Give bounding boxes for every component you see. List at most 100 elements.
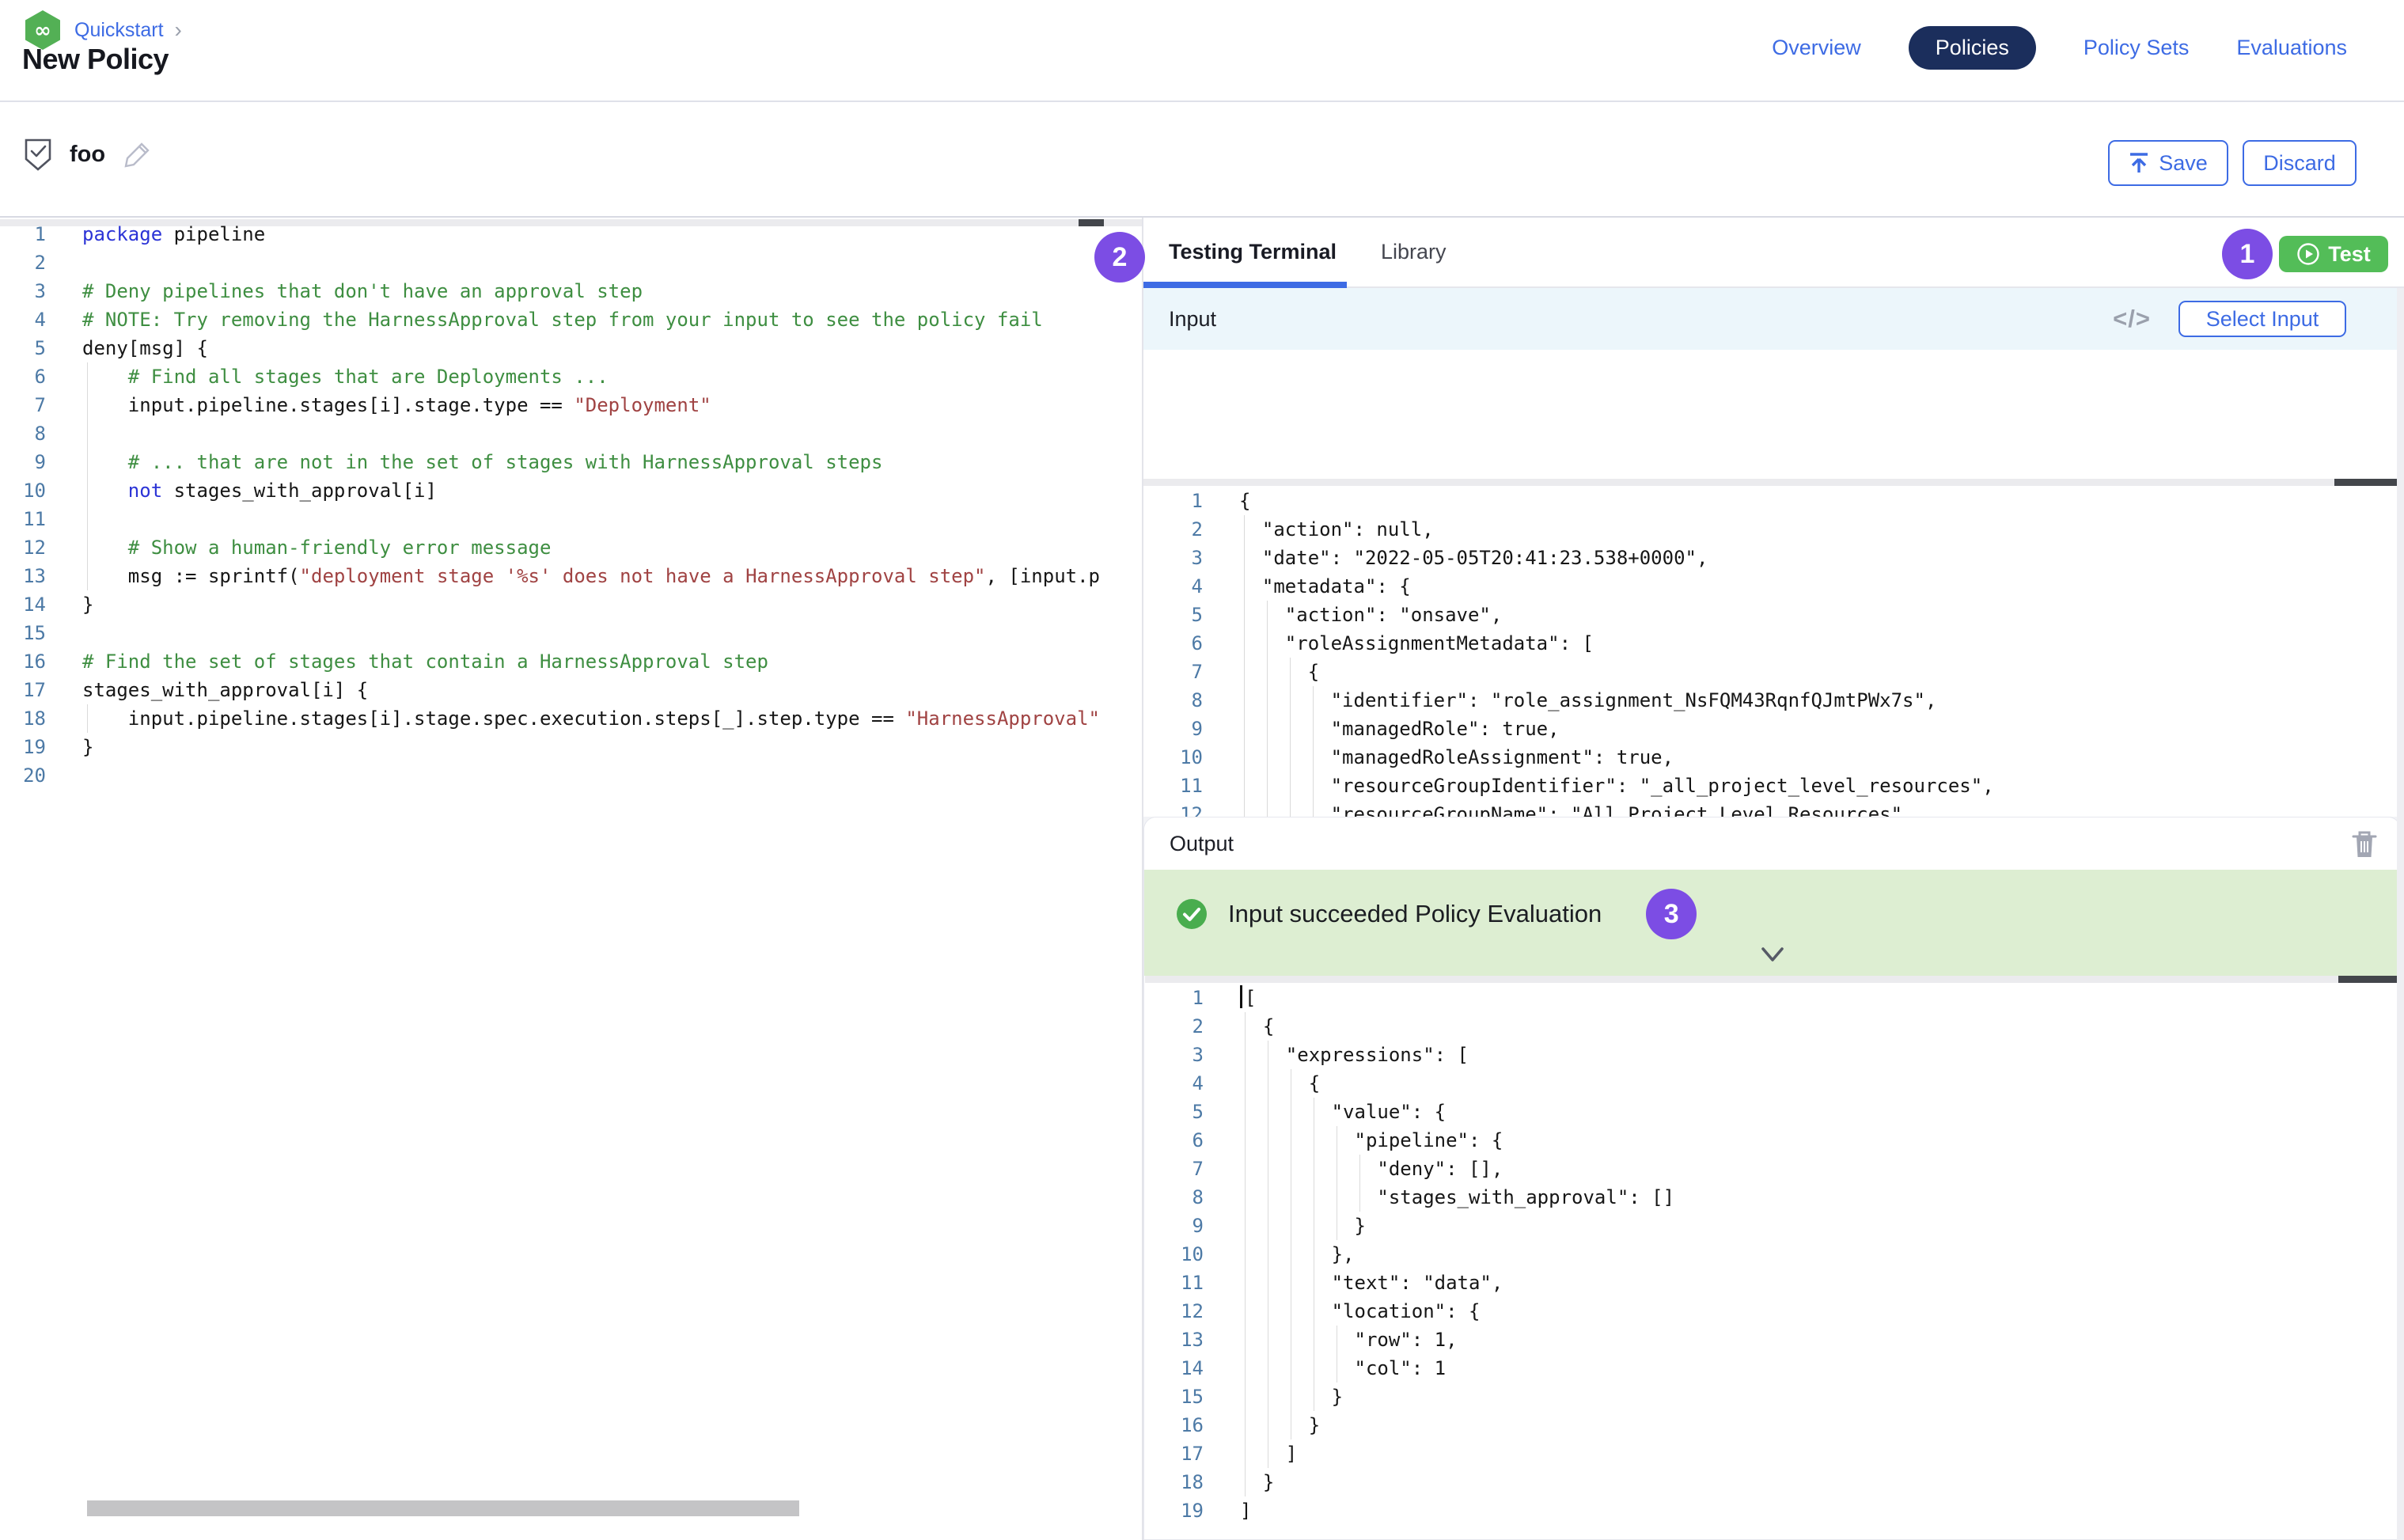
line-number: 5 [0,334,46,362]
top-header: ∞ Quickstart › New Policy Overview Polic… [0,0,2404,102]
output-section-title: Output [1170,832,1234,856]
output-card: Output Input succeeded Policy Ev [1143,817,2401,1540]
nav-tab-policy-sets[interactable]: Policy Sets [2084,36,2190,60]
indent-guide [1313,715,1314,743]
indent-guide [1244,658,1245,686]
code-line: 6 "roleAssignmentMetadata": [ [1144,629,1994,658]
code-line: 11 "resourceGroupIdentifier": "_all_proj… [1144,772,1994,800]
line-number: 19 [1145,1496,1204,1525]
code-line: 19] [1145,1496,1674,1525]
code-line: 10 }, [1145,1240,1674,1269]
tab-testing-terminal[interactable]: Testing Terminal [1158,218,1348,286]
line-number: 6 [1144,629,1203,658]
code-line-content: "pipeline": { [1240,1126,1503,1155]
save-button[interactable]: Save [2108,140,2228,186]
indent-guide [1244,515,1245,544]
callout-badge-2: 2 [1094,232,1145,283]
indent-guide [87,391,88,419]
indent-guide [1244,715,1245,743]
code-line-content: { [1239,487,1250,515]
indent-guide [1290,715,1291,743]
code-line-content: # Show a human-friendly error message [82,533,551,562]
input-editor-scrollbar[interactable] [1143,479,2398,486]
code-brackets-icon[interactable]: </> [2113,305,2151,333]
indent-guide [1245,1411,1246,1439]
nav-tab-policies[interactable]: Policies [1909,26,2036,70]
output-editor-scrollbar-thumb[interactable] [2338,976,2398,983]
line-number: 18 [1145,1468,1204,1496]
indent-guide [1267,772,1268,800]
code-line: 8 "stages_with_approval": [] [1145,1183,1674,1212]
indent-guide [1267,715,1268,743]
nav-tab-evaluations[interactable]: Evaluations [2236,36,2347,60]
editor-horizontal-scrollbar-thumb[interactable] [87,1500,799,1516]
line-number: 11 [1145,1269,1204,1297]
line-number: 17 [0,676,46,704]
line-number: 5 [1144,601,1203,629]
code-line: 16 } [1145,1411,1674,1439]
code-line-content: }, [1240,1240,1355,1269]
line-number: 9 [1144,715,1203,743]
input-json-editor[interactable]: 1{2 "action": null,3 "date": "2022-05-05… [1143,350,2398,817]
indent-guide [1245,1326,1246,1354]
code-line: 9 # ... that are not in the set of stage… [0,448,1142,476]
line-number: 11 [1144,772,1203,800]
panel-tabbar: 2 Testing Terminal Library 1 Test [1143,218,2404,288]
indent-guide [1245,1212,1246,1240]
line-number: 9 [1145,1212,1204,1240]
line-number: 17 [1145,1439,1204,1468]
indent-guide [1244,601,1245,629]
edit-name-button[interactable] [123,139,153,169]
code-line-content: } [1240,1468,1274,1496]
breadcrumb-chevron-icon: › [175,17,182,43]
indent-guide [1359,1155,1360,1183]
line-number: 3 [0,277,46,305]
policy-code-editor[interactable]: 1package pipeline23# Deny pipelines that… [0,219,1142,1540]
line-number: 8 [0,419,46,448]
trash-icon [2351,829,2378,859]
line-number: 10 [1144,743,1203,772]
line-number: 1 [1144,487,1203,515]
code-line: 15 } [1145,1383,1674,1411]
line-number: 19 [0,733,46,761]
code-line-content: { [1240,1012,1274,1041]
code-line: 5 deny[msg] { [0,334,1142,362]
nav-tab-overview[interactable]: Overview [1772,36,1861,60]
line-number: 5 [1145,1098,1204,1126]
code-line-content: } [82,733,93,761]
active-tab-underline [1143,282,1347,288]
code-line-content: input.pipeline.stages[i].stage.spec.exec… [82,704,1100,733]
indent-guide [1313,772,1314,800]
code-line: 12 # Show a human-friendly error message [0,533,1142,562]
select-input-button[interactable]: Select Input [2178,301,2346,337]
code-line: 13 msg := sprintf("deployment stage '%s'… [0,562,1142,590]
tab-library[interactable]: Library [1381,218,1447,286]
code-line-content: "metadata": { [1239,572,1411,601]
line-number: 13 [1145,1326,1204,1354]
indent-guide [1245,1383,1246,1411]
code-line-content: "row": 1, [1240,1326,1458,1354]
output-json-lines[interactable]: 1[2 {3 "expressions": [4 {5 "value": {6 … [1145,984,1674,1525]
code-line-content: deny[msg] { [82,334,208,362]
line-number: 6 [1145,1126,1204,1155]
code-line-content: "date": "2022-05-05T20:41:23.538+0000", [1239,544,1708,572]
line-number: 11 [0,505,46,533]
output-editor-scrollbar[interactable] [1145,976,2399,983]
code-line-content: # Deny pipelines that don't have an appr… [82,277,643,305]
line-number: 15 [1145,1383,1204,1411]
line-number: 18 [0,704,46,733]
breadcrumb-project-link[interactable]: Quickstart [74,19,164,42]
panel-right-scroll-track[interactable] [2397,288,2404,1540]
indent-guide [87,704,88,733]
expand-result-button[interactable] [1758,946,1787,965]
code-line-content: # ... that are not in the set of stages … [82,448,882,476]
code-line-content: input.pipeline.stages[i].stage.type == "… [82,391,711,419]
input-editor-scrollbar-thumb[interactable] [2334,479,2398,486]
code-line: 4 "metadata": { [1144,572,1994,601]
indent-guide [1290,743,1291,772]
test-button[interactable]: Test [2279,236,2388,272]
clear-output-button[interactable] [2351,827,2386,862]
text-cursor [1240,985,1242,1008]
discard-button[interactable]: Discard [2243,140,2357,186]
code-line-content: "managedRoleAssignment": true, [1239,743,1674,772]
